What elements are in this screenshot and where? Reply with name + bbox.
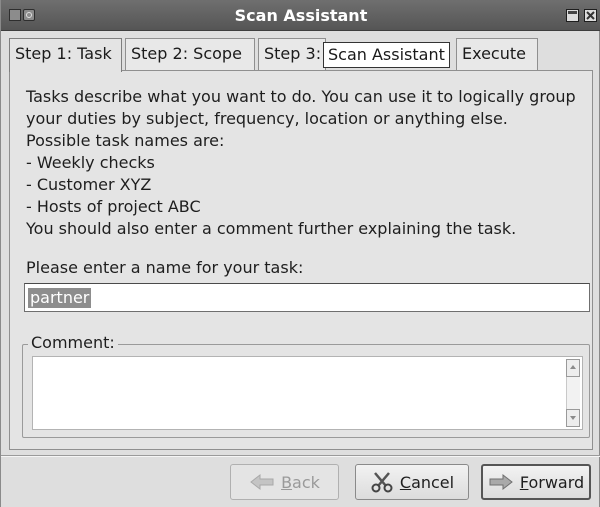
arrow-right-icon xyxy=(489,473,513,491)
comment-textarea[interactable] xyxy=(32,356,583,430)
description-line: Tasks describe what you want to do. You … xyxy=(26,87,576,106)
description-line: - Weekly checks xyxy=(26,153,155,172)
task-name-label: Please enter a name for your task: xyxy=(26,258,304,277)
tab-step-2-scope[interactable]: Step 2: Scope xyxy=(125,38,255,70)
comment-label: Comment: xyxy=(28,333,118,352)
arrow-left-icon xyxy=(250,473,274,491)
tooltip: Scan Assistant xyxy=(323,42,450,68)
tab-execute[interactable]: Execute xyxy=(456,38,538,70)
scissors-icon xyxy=(371,472,393,493)
task-name-value: partner xyxy=(28,288,92,308)
cancel-label: Cancel xyxy=(399,472,455,492)
scroll-down-icon[interactable] xyxy=(566,409,580,427)
tab-step-3[interactable]: Step 3: xyxy=(258,38,326,70)
button-separator xyxy=(1,455,600,457)
tab-step-1-task[interactable]: Step 1: Task xyxy=(9,38,122,72)
description-line: Possible task names are: xyxy=(26,131,225,150)
forward-label: Forward xyxy=(519,472,585,492)
task-description: Tasks describe what you want to do. You … xyxy=(26,86,586,240)
description-line: your duties by subject, frequency, locat… xyxy=(26,109,508,128)
title-bar[interactable]: Scan Assistant xyxy=(1,0,600,31)
window-title: Scan Assistant xyxy=(234,6,368,25)
close-icon[interactable] xyxy=(584,9,597,22)
scrollbar-track[interactable] xyxy=(566,377,580,409)
back-button[interactable]: Back xyxy=(230,464,339,500)
description-line: - Hosts of project ABC xyxy=(26,197,201,216)
task-name-input[interactable]: partner xyxy=(24,283,590,312)
scan-assistant-window: Scan Assistant Step 1: Task Step 2: Scop… xyxy=(0,0,600,507)
description-line: - Customer XYZ xyxy=(26,175,152,194)
maximize-icon[interactable] xyxy=(566,9,579,22)
back-label: Back xyxy=(281,472,320,492)
scroll-up-icon[interactable] xyxy=(566,359,580,377)
forward-button[interactable]: Forward xyxy=(481,464,591,500)
description-line: You should also enter a comment further … xyxy=(26,219,517,238)
cancel-button[interactable]: Cancel xyxy=(355,464,469,500)
